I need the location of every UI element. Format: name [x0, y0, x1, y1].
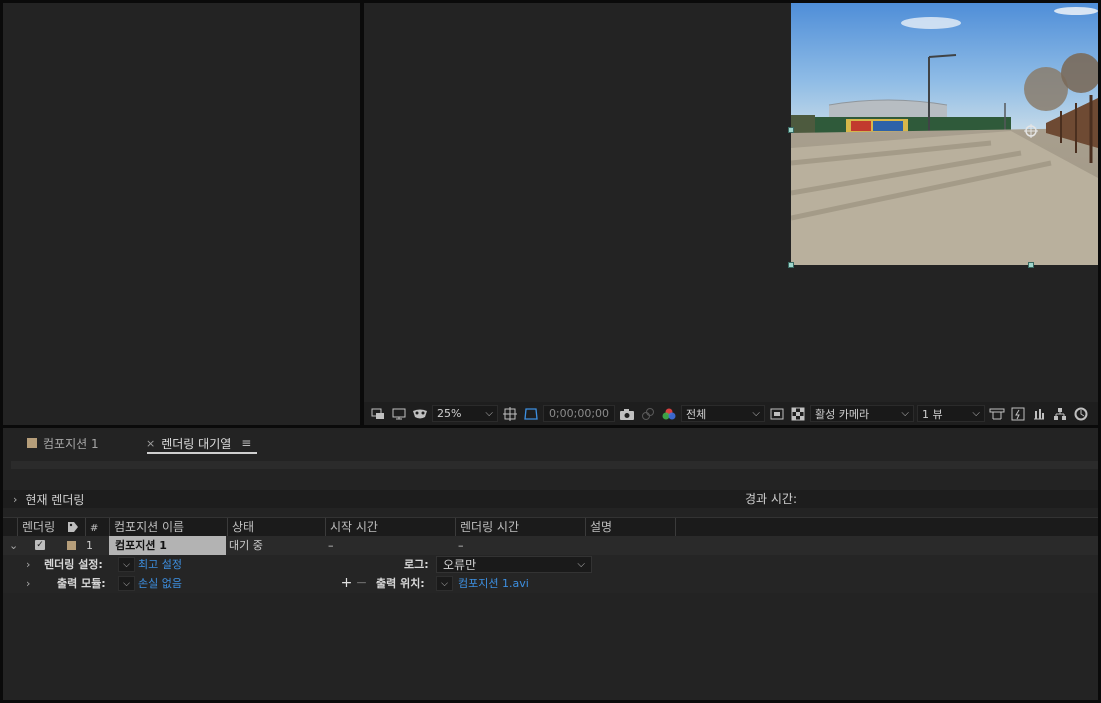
- composition-frame-image[interactable]: [791, 3, 1098, 265]
- chevron-right-icon[interactable]: ›: [13, 493, 17, 506]
- output-module-value[interactable]: 손실 없음: [138, 574, 182, 593]
- show-snapshot-icon[interactable]: [639, 405, 657, 423]
- monitor-icon[interactable]: [390, 405, 408, 423]
- close-icon[interactable]: ×: [146, 437, 155, 450]
- add-output-module-button[interactable]: +: [340, 576, 353, 590]
- composition-viewer-panel: 25% ⌵ 0;00;00;00 전체 ⌵ 활성 카메라 ⌵ 1 뷰 ⌵: [364, 3, 1098, 425]
- timeline-icon[interactable]: [1030, 405, 1048, 423]
- start-time-cell: –: [328, 539, 334, 552]
- column-header-comp-name[interactable]: 컴포지션 이름: [109, 518, 227, 536]
- chevron-down-icon: ⌵: [901, 408, 909, 419]
- road-scene-image: [791, 3, 1098, 265]
- output-to-label: 출력 위치:: [376, 577, 425, 590]
- tab-label: 컴포지션 1: [43, 436, 99, 451]
- resolution-dropdown[interactable]: 전체 ⌵: [681, 405, 765, 422]
- safe-areas-icon[interactable]: [501, 405, 519, 423]
- output-module-label: 출력 모듈:: [57, 577, 106, 590]
- zoom-value: 25%: [437, 407, 462, 420]
- composition-color-swatch: [27, 438, 37, 448]
- render-queue-item[interactable]: ⌄ ✓ 1 컴포지션 1 대기 중 – –: [3, 536, 1098, 555]
- column-header-status[interactable]: 상태: [227, 518, 325, 536]
- fast-previews-icon[interactable]: [1009, 405, 1027, 423]
- output-module-dropdown[interactable]: ⌵: [118, 576, 135, 591]
- render-time-cell: –: [458, 539, 464, 552]
- flowchart-icon[interactable]: [1051, 405, 1069, 423]
- current-time-display[interactable]: 0;00;00;00: [543, 405, 615, 422]
- render-settings-label: 렌더링 설정:: [44, 558, 103, 571]
- tag-icon[interactable]: [67, 521, 79, 536]
- log-label: 로그:: [404, 558, 429, 571]
- column-header-comment[interactable]: 설명: [585, 518, 675, 536]
- toggle-pixel-aspect-icon[interactable]: [988, 405, 1006, 423]
- item-number: 1: [86, 539, 93, 552]
- composition-viewer-canvas[interactable]: [364, 3, 1098, 402]
- label-color-swatch[interactable]: [67, 541, 76, 550]
- chevron-down-icon: ⌵: [577, 559, 585, 570]
- render-settings-row: › 렌더링 설정: ⌵ 최고 설정 로그: 오류만 ⌵: [3, 555, 1098, 574]
- chevron-right-icon[interactable]: ›: [26, 555, 30, 574]
- output-to-value[interactable]: 컴포지션 1.avi: [458, 574, 529, 593]
- comp-name-cell[interactable]: 컴포지션 1: [109, 536, 226, 555]
- render-queue-column-header: 렌더링 # 컴포지션 이름 상태 시작 시간 렌더링 시간 설명: [3, 517, 1098, 536]
- output-to-dropdown[interactable]: ⌵: [436, 576, 453, 591]
- column-header-number[interactable]: #: [85, 518, 109, 536]
- transparency-grid-icon[interactable]: [789, 405, 807, 423]
- tab-composition-1[interactable]: 컴포지션 1: [27, 434, 99, 452]
- tab-label: 렌더링 대기열: [161, 436, 232, 451]
- chevron-down-icon: ⌵: [485, 408, 493, 419]
- resolution-value: 전체: [686, 407, 707, 421]
- column-header-start-time[interactable]: 시작 시간: [325, 518, 455, 536]
- status-cell: 대기 중: [229, 539, 263, 552]
- elapsed-time-label: 경과 시간:: [745, 492, 798, 506]
- render-settings-dropdown[interactable]: ⌵: [118, 557, 135, 572]
- chevron-right-icon[interactable]: ›: [26, 574, 30, 593]
- always-preview-icon[interactable]: [369, 405, 387, 423]
- active-tab-indicator: [147, 452, 257, 454]
- panel-tab-bar: 컴포지션 1 × 렌더링 대기열 ≡: [3, 428, 1098, 456]
- transform-handle[interactable]: [1028, 262, 1034, 268]
- camera-value: 활성 카메라: [815, 407, 870, 421]
- render-progress-strip: [11, 461, 1098, 469]
- log-value: 오류만: [443, 558, 477, 572]
- column-header-render-time[interactable]: 렌더링 시간: [455, 518, 585, 536]
- timecode-value: 0;00;00;00: [548, 407, 610, 420]
- render-checkbox[interactable]: ✓: [35, 540, 45, 550]
- camera-dropdown[interactable]: 활성 카메라 ⌵: [810, 405, 914, 422]
- viewer-toolbar: 25% ⌵ 0;00;00;00 전체 ⌵ 활성 카메라 ⌵ 1 뷰 ⌵: [364, 402, 1098, 425]
- view-layout-dropdown[interactable]: 1 뷰 ⌵: [917, 405, 985, 422]
- panel-menu-icon[interactable]: ≡: [241, 436, 251, 450]
- log-dropdown[interactable]: 오류만 ⌵: [436, 556, 592, 573]
- zoom-dropdown[interactable]: 25% ⌵: [432, 405, 498, 422]
- output-module-row: › 출력 모듈: ⌵ 손실 없음 + − 출력 위치: ⌵ 컴포지션 1.avi: [3, 574, 1098, 593]
- mask-icon[interactable]: [411, 405, 429, 423]
- current-render-label: 현재 렌더링: [25, 492, 85, 507]
- column-divider: [675, 518, 685, 536]
- color-channels-icon[interactable]: [660, 405, 678, 423]
- transform-handle[interactable]: [788, 262, 794, 268]
- remove-output-module-button[interactable]: −: [355, 576, 368, 590]
- render-settings-value[interactable]: 최고 설정: [138, 555, 182, 574]
- tab-render-queue[interactable]: × 렌더링 대기열 ≡: [146, 434, 251, 452]
- chevron-down-icon: ⌵: [972, 408, 980, 419]
- render-queue-panel: 컴포지션 1 × 렌더링 대기열 ≡ › 현재 렌더링 경과 시간: 렌더링 #…: [3, 428, 1098, 700]
- camera-snapshot-icon[interactable]: [618, 405, 636, 423]
- mask-visibility-icon[interactable]: [522, 405, 540, 423]
- region-of-interest-icon[interactable]: [768, 405, 786, 423]
- chevron-down-icon[interactable]: ⌄: [9, 536, 18, 555]
- reset-exposure-icon[interactable]: [1072, 405, 1090, 423]
- project-panel: [3, 3, 360, 425]
- current-render-section[interactable]: › 현재 렌더링 경과 시간:: [3, 490, 1098, 508]
- transform-handle[interactable]: [788, 127, 794, 133]
- chevron-down-icon: ⌵: [752, 408, 760, 419]
- views-value: 1 뷰: [922, 407, 943, 421]
